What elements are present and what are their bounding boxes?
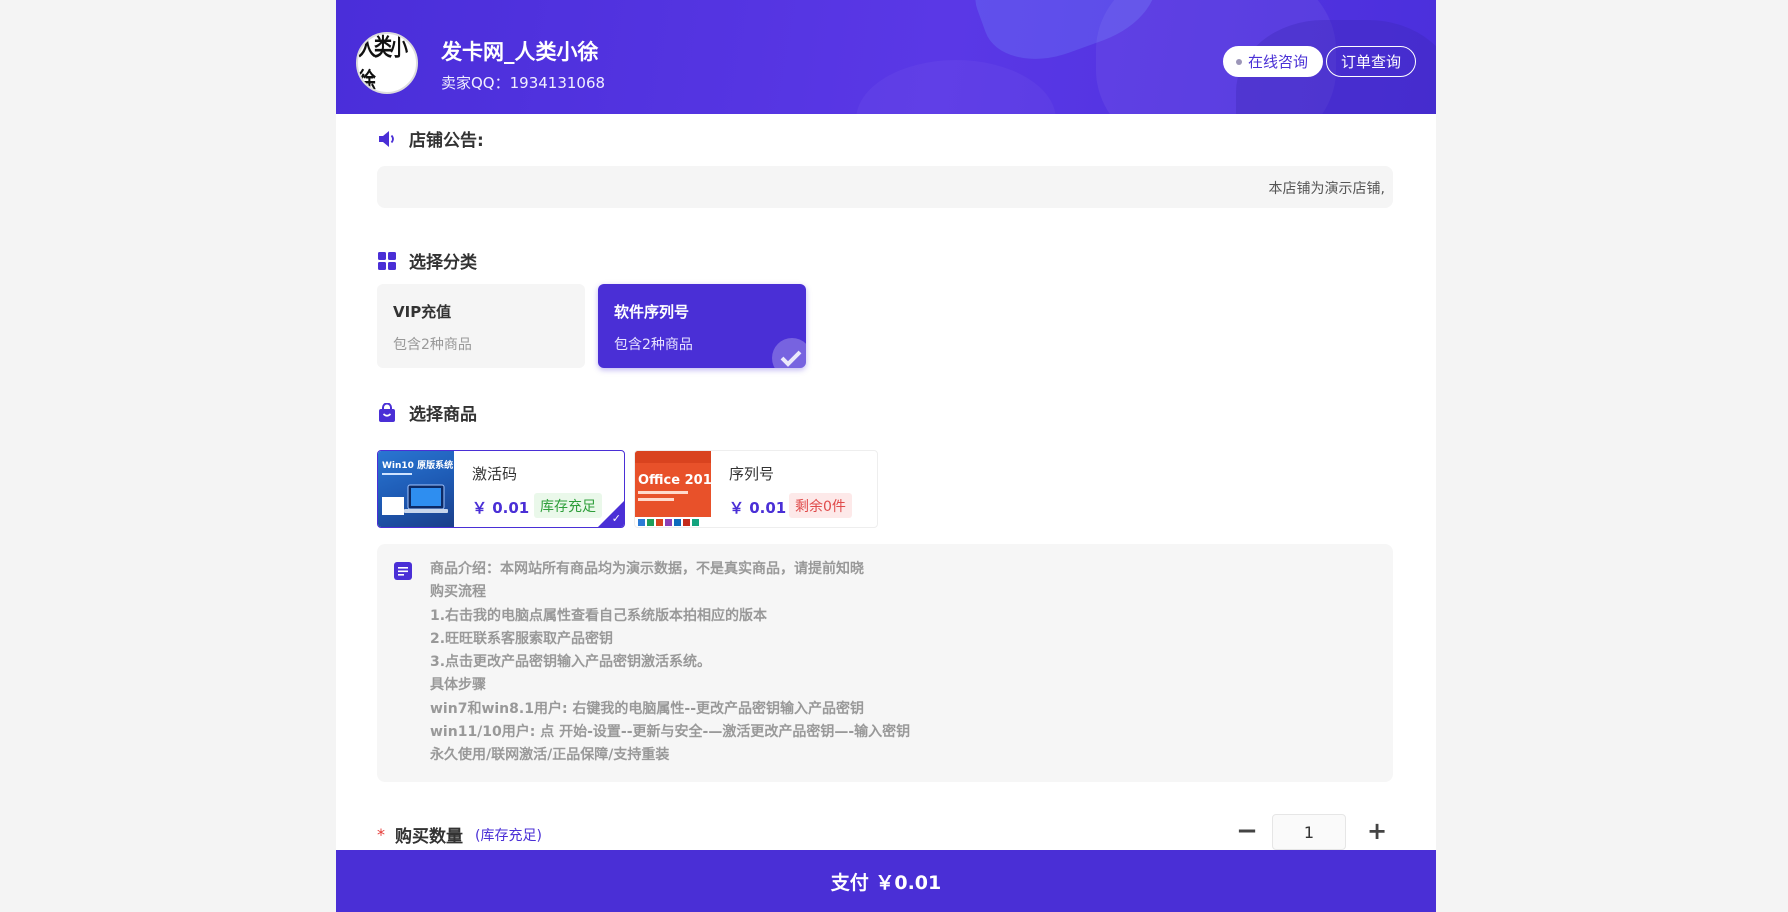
description-line: 购买流程	[430, 584, 486, 601]
category-title: 选择分类	[409, 253, 477, 273]
quantity-label: 购买数量	[395, 827, 463, 847]
product-card-serial-number[interactable]: Office 2019 序列号 ￥ 0.01 剩余0件	[634, 450, 878, 528]
quantity-decrease-button[interactable]: −	[1232, 816, 1262, 846]
category-count: 包含2种商品	[393, 337, 472, 353]
quantity-increase-button[interactable]: +	[1362, 816, 1392, 846]
order-query-button[interactable]: 订单查询	[1326, 46, 1417, 77]
quantity-input[interactable]: 1	[1272, 814, 1346, 850]
product-name: 序列号	[729, 465, 775, 483]
product-section-title: 选择商品	[377, 400, 477, 425]
stock-badge: 剩余0件	[789, 493, 852, 518]
notice-text: 本店铺为演示店铺,	[1268, 181, 1385, 197]
header-decoration	[856, 60, 1056, 114]
notice-box: 本店铺为演示店铺,	[377, 166, 1393, 208]
product-image-win10: Win10 原版系统	[378, 451, 454, 527]
category-section-title: 选择分类	[377, 248, 477, 273]
selected-check-icon	[772, 338, 806, 368]
product-image-caption: Win10 原版系统	[382, 459, 453, 471]
seller-qq: 卖家QQ：1934131068	[441, 74, 606, 92]
quantity-stock-status: (库存充足)	[475, 827, 542, 844]
description-line: 3.点击更改产品密钥输入产品密钥激活系统。	[430, 654, 712, 671]
stock-badge: 库存充足	[534, 493, 602, 518]
product-description: 商品介绍：本网站所有商品均为演示数据，不是真实商品，请提前知晓 购买流程 1.右…	[377, 544, 1393, 782]
product-image-office2019: Office 2019	[635, 451, 711, 527]
shop-name: 发卡网_人类小徐	[441, 40, 599, 64]
required-mark: *	[377, 825, 385, 844]
category-card-software-serial[interactable]: 软件序列号 包含2种商品	[598, 284, 806, 368]
document-icon	[394, 562, 412, 580]
category-name: VIP充值	[393, 303, 452, 321]
description-line: 永久使用/联网激活/正品保障/支持重装	[430, 747, 670, 764]
shop-header: 人类小徐 发卡网_人类小徐 卖家QQ：1934131068 在线咨询 订单查询	[336, 0, 1436, 114]
description-line: win7和win8.1用户: 右键我的电脑属性--更改产品密钥输入产品密钥	[430, 700, 865, 717]
notice-title: 店铺公告:	[409, 131, 484, 151]
description-line: 1.右击我的电脑点属性查看自己系统版本拍相应的版本	[430, 607, 768, 624]
product-image-caption: Office 2019	[638, 473, 711, 488]
description-line: 2.旺旺联系客服索取产品密钥	[430, 630, 614, 647]
product-name: 激活码	[472, 465, 518, 483]
online-consult-label: 在线咨询	[1248, 53, 1309, 71]
description-line: win11/10用户: 点 开始-设置--更新与安全-—激活更改产品密钥—-输入…	[430, 724, 911, 741]
pay-button[interactable]: 支付 ￥0.01	[336, 850, 1436, 912]
speaker-icon	[379, 130, 394, 147]
product-price: ￥ 0.01	[472, 499, 530, 517]
product-card-activation-code[interactable]: Win10 原版系统 激活码 ￥ 0.01 库存充足 ✓	[377, 450, 625, 528]
dot-icon	[1236, 58, 1242, 65]
shopping-bag-icon	[379, 402, 395, 422]
product-title: 选择商品	[409, 405, 477, 425]
category-card-vip[interactable]: VIP充值 包含2种商品	[377, 284, 585, 368]
quantity-row: * 购买数量 (库存充足)	[377, 822, 542, 847]
shop-avatar: 人类小徐	[356, 32, 418, 94]
description-text: 商品介绍：本网站所有商品均为演示数据，不是真实商品，请提前知晓 购买流程 1.右…	[430, 558, 910, 768]
grid-icon	[378, 251, 396, 270]
avatar-logo-text: 人类小徐	[358, 34, 408, 94]
check-icon: ✓	[611, 512, 621, 525]
description-line: 商品介绍：本网站所有商品均为演示数据，不是真实商品，请提前知晓	[430, 561, 864, 577]
category-name: 软件序列号	[614, 303, 690, 321]
online-consult-button[interactable]: 在线咨询	[1223, 46, 1324, 77]
notice-section-title: 店铺公告:	[377, 126, 484, 151]
category-count: 包含2种商品	[614, 337, 693, 353]
description-line: 具体步骤	[430, 677, 486, 694]
product-price: ￥ 0.01	[729, 499, 787, 517]
shop-page: 人类小徐 发卡网_人类小徐 卖家QQ：1934131068 在线咨询 订单查询 …	[336, 0, 1436, 912]
